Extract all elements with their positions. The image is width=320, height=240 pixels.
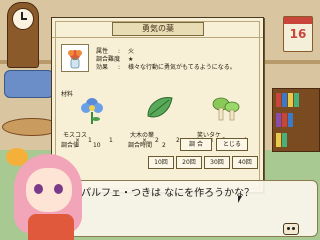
book [276,133,281,147]
time-value: 2 [161,142,166,149]
character-portrait [6,148,94,240]
book [288,93,293,107]
book [294,93,299,107]
material-need: 1 [109,137,113,144]
difficulty-value: 10 [92,142,101,149]
time-stat: 調合時間 2 [128,140,166,149]
dialog-box[interactable]: パルフェ・つきは なにを作ろうかな？ [68,180,318,237]
book [276,113,281,127]
attr-row-effect: 効果: 様々な行動に勇気がもてるようになる。 [96,64,236,71]
calendar-day: 16 [289,27,307,41]
calendar: 16 [283,16,313,52]
recipe-title: 勇気の薬 [112,22,204,36]
sofa [4,70,54,98]
clock-hand-icon [21,18,27,20]
book [282,113,287,127]
attr-key: 効果 [96,64,109,71]
bag-eye [287,227,290,230]
menu-bag-icon[interactable] [283,223,299,235]
dialog-text: パルフェ・つきは なにを作ろうかな？ [81,188,255,199]
character-eye [54,184,63,194]
green-leaf-icon [147,97,173,118]
panel-divider [52,37,263,38]
character-face [26,168,72,212]
times-20-button[interactable]: 20回 [176,156,202,169]
close-button[interactable]: とじる [216,138,248,151]
book [282,93,287,107]
bookshelf [272,88,320,152]
character-body [28,214,74,240]
game-scene: 16 勇気の薬 属性: 火 調合難度: ★ 効果: 様々な行動に勇気がもてるよ… [0,0,320,240]
calendar-header [284,17,312,24]
book [282,133,287,147]
item-preview [61,44,89,72]
book [276,93,281,107]
times-30-button[interactable]: 30回 [204,156,230,169]
bag-eye [292,227,295,230]
grandfather-clock [3,2,41,74]
hair-bow [6,148,28,166]
times-40-button[interactable]: 40回 [232,156,258,169]
attr-value: 様々な行動に勇気がもてるようになる。 [128,64,236,71]
character-eye [34,184,43,194]
blue-flower-icon [81,98,103,124]
time-label: 調合時間 [128,142,153,149]
mix-button[interactable]: 調 合 [180,138,212,151]
times-10-button[interactable]: 10回 [148,156,174,169]
book [288,113,293,127]
mouse-cursor-icon [238,196,242,203]
mushroom-icon [212,97,240,121]
potion-flower-icon [68,50,82,69]
